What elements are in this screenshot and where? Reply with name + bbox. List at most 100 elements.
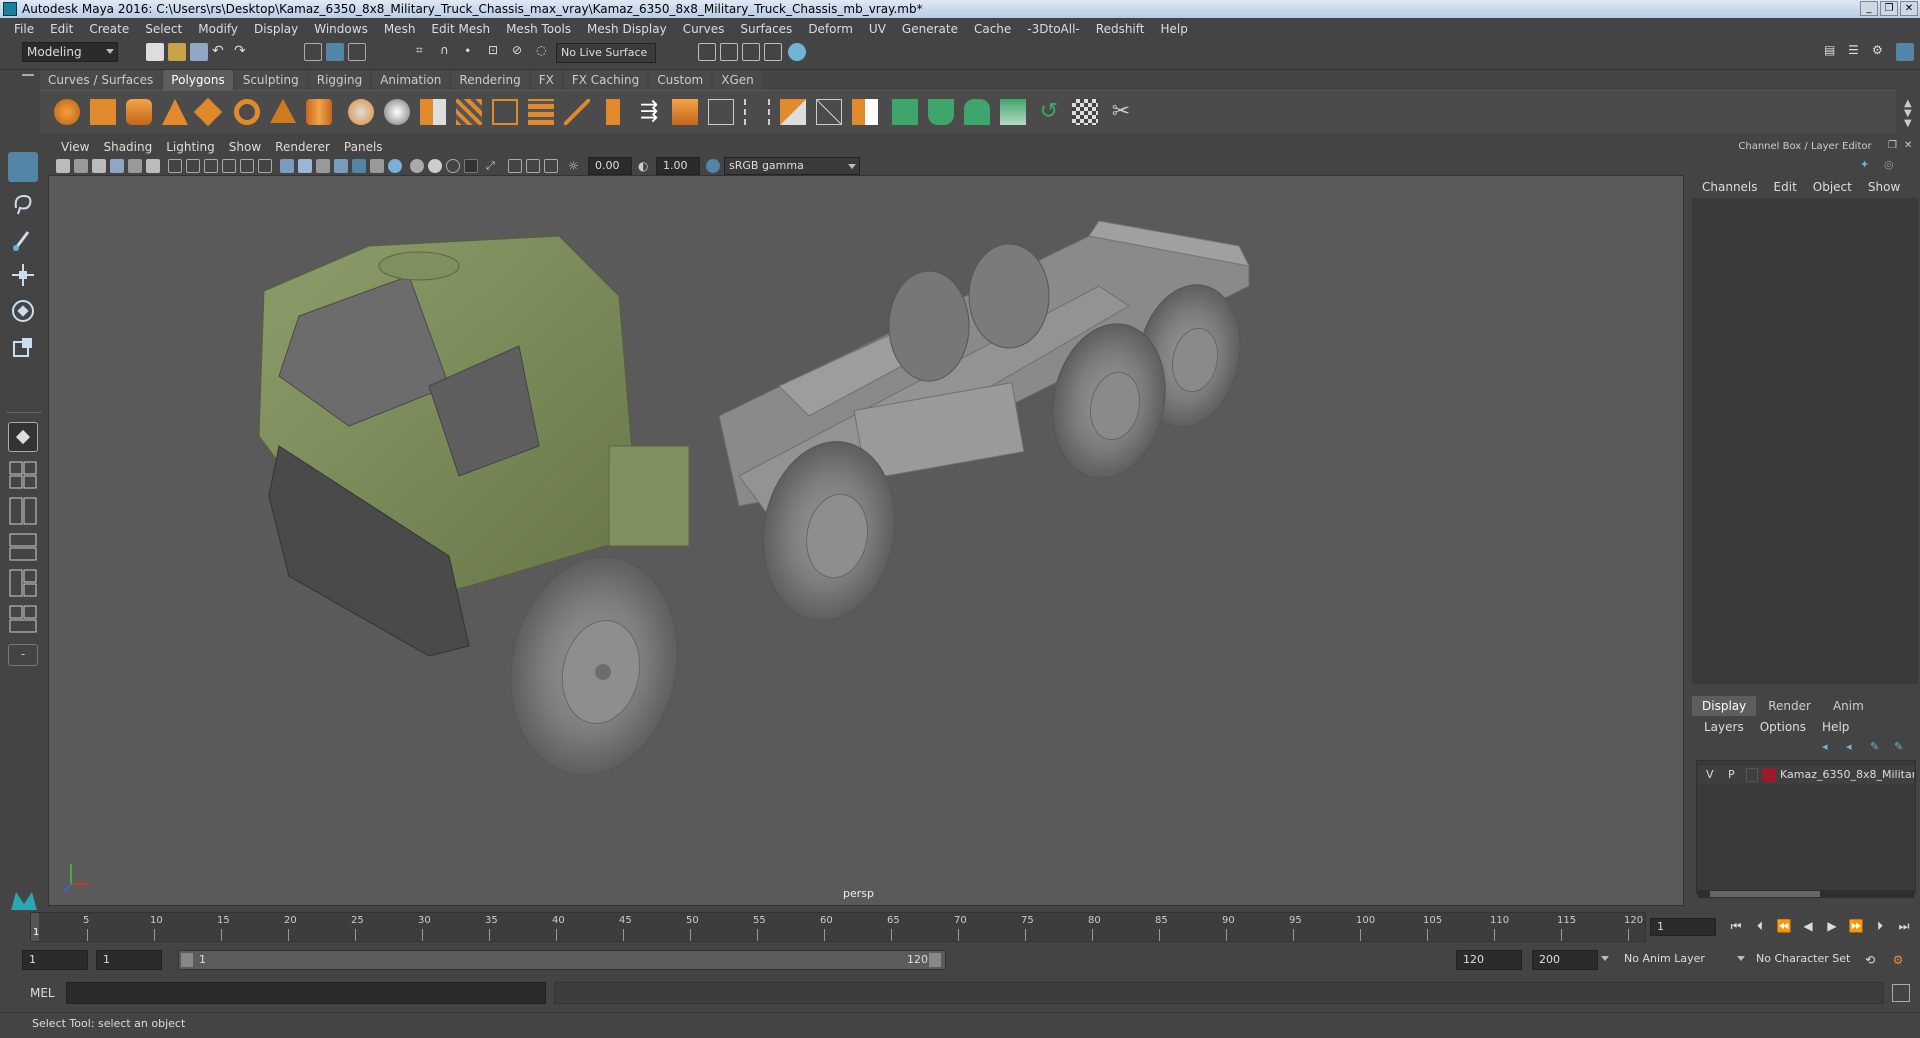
poly-cylinder-icon[interactable] (126, 99, 152, 125)
gamma-field[interactable]: 1.00 (656, 157, 700, 175)
playback-start-field[interactable]: 1 (96, 950, 162, 970)
playback-end-field[interactable]: 120 (1456, 950, 1522, 970)
time-ruler[interactable]: 1 5 10 15 20 25 30 35 40 45 50 55 60 65 … (30, 912, 1646, 942)
shelf-menu-icon[interactable] (22, 74, 34, 76)
render-settings-icon[interactable] (764, 43, 782, 61)
tab-display[interactable]: Display (1692, 696, 1757, 716)
panel-menu-show[interactable]: Show (222, 138, 268, 157)
smooth-icon[interactable] (456, 99, 482, 125)
layer-color-swatch[interactable] (1762, 768, 1776, 782)
poly-torus-icon[interactable] (234, 99, 260, 125)
target-weld-icon[interactable] (780, 99, 806, 125)
persp-graph-layout-icon[interactable] (8, 532, 38, 562)
render-frame-icon[interactable] (720, 43, 738, 61)
menu-file[interactable]: File (6, 18, 42, 40)
mode-dropdown[interactable]: Modeling (22, 42, 118, 62)
close-button[interactable]: ✕ (1900, 1, 1918, 16)
select-object-mode-icon[interactable] (326, 43, 344, 61)
float-panel-icon[interactable]: ❐ (1888, 140, 1897, 151)
snap-curve-icon[interactable]: ∩ (440, 43, 458, 61)
layer-name[interactable]: Kamaz_6350_8x8_Military (1780, 768, 1914, 781)
persp-outliner-layout-icon[interactable] (8, 496, 38, 526)
make-live-icon[interactable]: ⊘ (512, 43, 530, 61)
tab-custom[interactable]: Custom (649, 70, 712, 90)
menu-windows[interactable]: Windows (306, 18, 376, 40)
smooth-shade-icon[interactable] (298, 159, 312, 173)
tab-fx[interactable]: FX (530, 70, 562, 90)
attribute-filter-icon[interactable]: ◎ (1884, 158, 1894, 171)
script-language-label[interactable]: MEL (30, 986, 55, 1000)
new-empty-layer-icon[interactable]: ✎ (1870, 740, 1879, 753)
channel-box-options-icon[interactable]: ✦ (1860, 158, 1869, 171)
color-management-icon[interactable] (706, 159, 720, 173)
go-to-end-icon[interactable]: ⏭ (1896, 918, 1912, 934)
resolution-gate-icon[interactable] (204, 159, 218, 173)
tab-xgen[interactable]: XGen (713, 70, 762, 90)
panel-menu-view[interactable]: View (54, 138, 96, 157)
snap-surface-icon[interactable]: ◌ (536, 43, 554, 61)
boolean-icon[interactable] (852, 99, 878, 125)
menu-curves[interactable]: Curves (675, 18, 733, 40)
undo-icon[interactable]: ↶ (212, 43, 230, 61)
layer-scrollbar-thumb[interactable] (1710, 891, 1820, 897)
perspective-viewport[interactable] (49, 176, 1683, 905)
menu-edit-mesh[interactable]: Edit Mesh (423, 18, 498, 40)
wireframe-on-shaded-icon[interactable] (316, 159, 330, 173)
screen-space-ao-icon[interactable] (388, 159, 402, 173)
snap-grid-icon[interactable]: ⌗ (416, 43, 434, 61)
tab-anim[interactable]: Anim (1822, 696, 1874, 716)
backface-cull-icon[interactable] (544, 159, 558, 173)
move-tool-icon[interactable] (8, 260, 38, 290)
separate-icon[interactable] (384, 99, 410, 125)
save-scene-icon[interactable] (190, 43, 208, 61)
new-scene-icon[interactable] (146, 43, 164, 61)
wireframe-icon[interactable] (280, 159, 294, 173)
panel-menu-lighting[interactable]: Lighting (159, 138, 222, 157)
multi-cut-icon[interactable] (564, 99, 590, 125)
field-chart-icon[interactable] (240, 159, 254, 173)
offset-edge-loop-icon[interactable] (744, 99, 770, 125)
step-back-key-icon[interactable]: ⏪ (1776, 918, 1792, 934)
custom-layout-icon[interactable]: - (8, 644, 38, 666)
menu-help[interactable]: Help (1152, 18, 1195, 40)
xray-active-icon[interactable] (526, 159, 540, 173)
menu-mesh-tools[interactable]: Mesh Tools (498, 18, 579, 40)
menu-mesh[interactable]: Mesh (376, 18, 424, 40)
tab-curves-surfaces[interactable]: Curves / Surfaces (40, 70, 162, 90)
mirror-icon[interactable] (420, 99, 446, 125)
cb-menu-edit[interactable]: Edit (1766, 178, 1805, 196)
menu-create[interactable]: Create (81, 18, 137, 40)
tab-fx-caching[interactable]: FX Caching (563, 70, 648, 90)
single-perspective-layout-icon[interactable] (8, 422, 38, 452)
color-space-dropdown[interactable]: sRGB gamma (724, 157, 860, 175)
live-surface-field[interactable]: No Live Surface (556, 43, 656, 63)
step-forward-key-icon[interactable]: ⏩ (1848, 918, 1864, 934)
menu-redshift[interactable]: Redshift (1088, 18, 1153, 40)
panel-menu-panels[interactable]: Panels (337, 138, 390, 157)
play-forwards-icon[interactable]: ▶ (1824, 918, 1840, 934)
poly-cone-icon[interactable] (162, 99, 188, 125)
select-tool-icon[interactable] (8, 152, 38, 182)
step-back-frame-icon[interactable]: ⏴ (1752, 918, 1768, 934)
exposure-icon[interactable]: ☼ (568, 159, 582, 173)
range-end-handle[interactable] (929, 953, 941, 967)
poly-pipe-icon[interactable] (306, 99, 332, 125)
redo-icon[interactable]: ↷ (234, 43, 252, 61)
tab-rigging[interactable]: Rigging (308, 70, 371, 90)
image-plane-icon[interactable] (110, 159, 124, 173)
select-hierarchy-icon[interactable] (304, 43, 322, 61)
use-all-lights-icon[interactable] (352, 159, 366, 173)
scale-tool-icon[interactable] (8, 332, 38, 362)
render-view-icon[interactable] (698, 43, 716, 61)
shelf-scroll-icon[interactable]: ▲ ▼ ▼ (1904, 99, 1912, 129)
menu-generate[interactable]: Generate (894, 18, 966, 40)
modeling-toolkit-icon[interactable]: ▤ (1824, 43, 1842, 61)
menu-mesh-display[interactable]: Mesh Display (579, 18, 675, 40)
menu-select[interactable]: Select (137, 18, 190, 40)
menu-edit[interactable]: Edit (42, 18, 81, 40)
character-set-arrow[interactable] (1736, 950, 1748, 970)
poly-sphere-icon[interactable] (54, 99, 80, 125)
snap-point-icon[interactable]: ∙ (464, 43, 482, 61)
current-frame-field[interactable]: 1 (1650, 918, 1716, 936)
bookmarks-icon[interactable] (92, 159, 106, 173)
